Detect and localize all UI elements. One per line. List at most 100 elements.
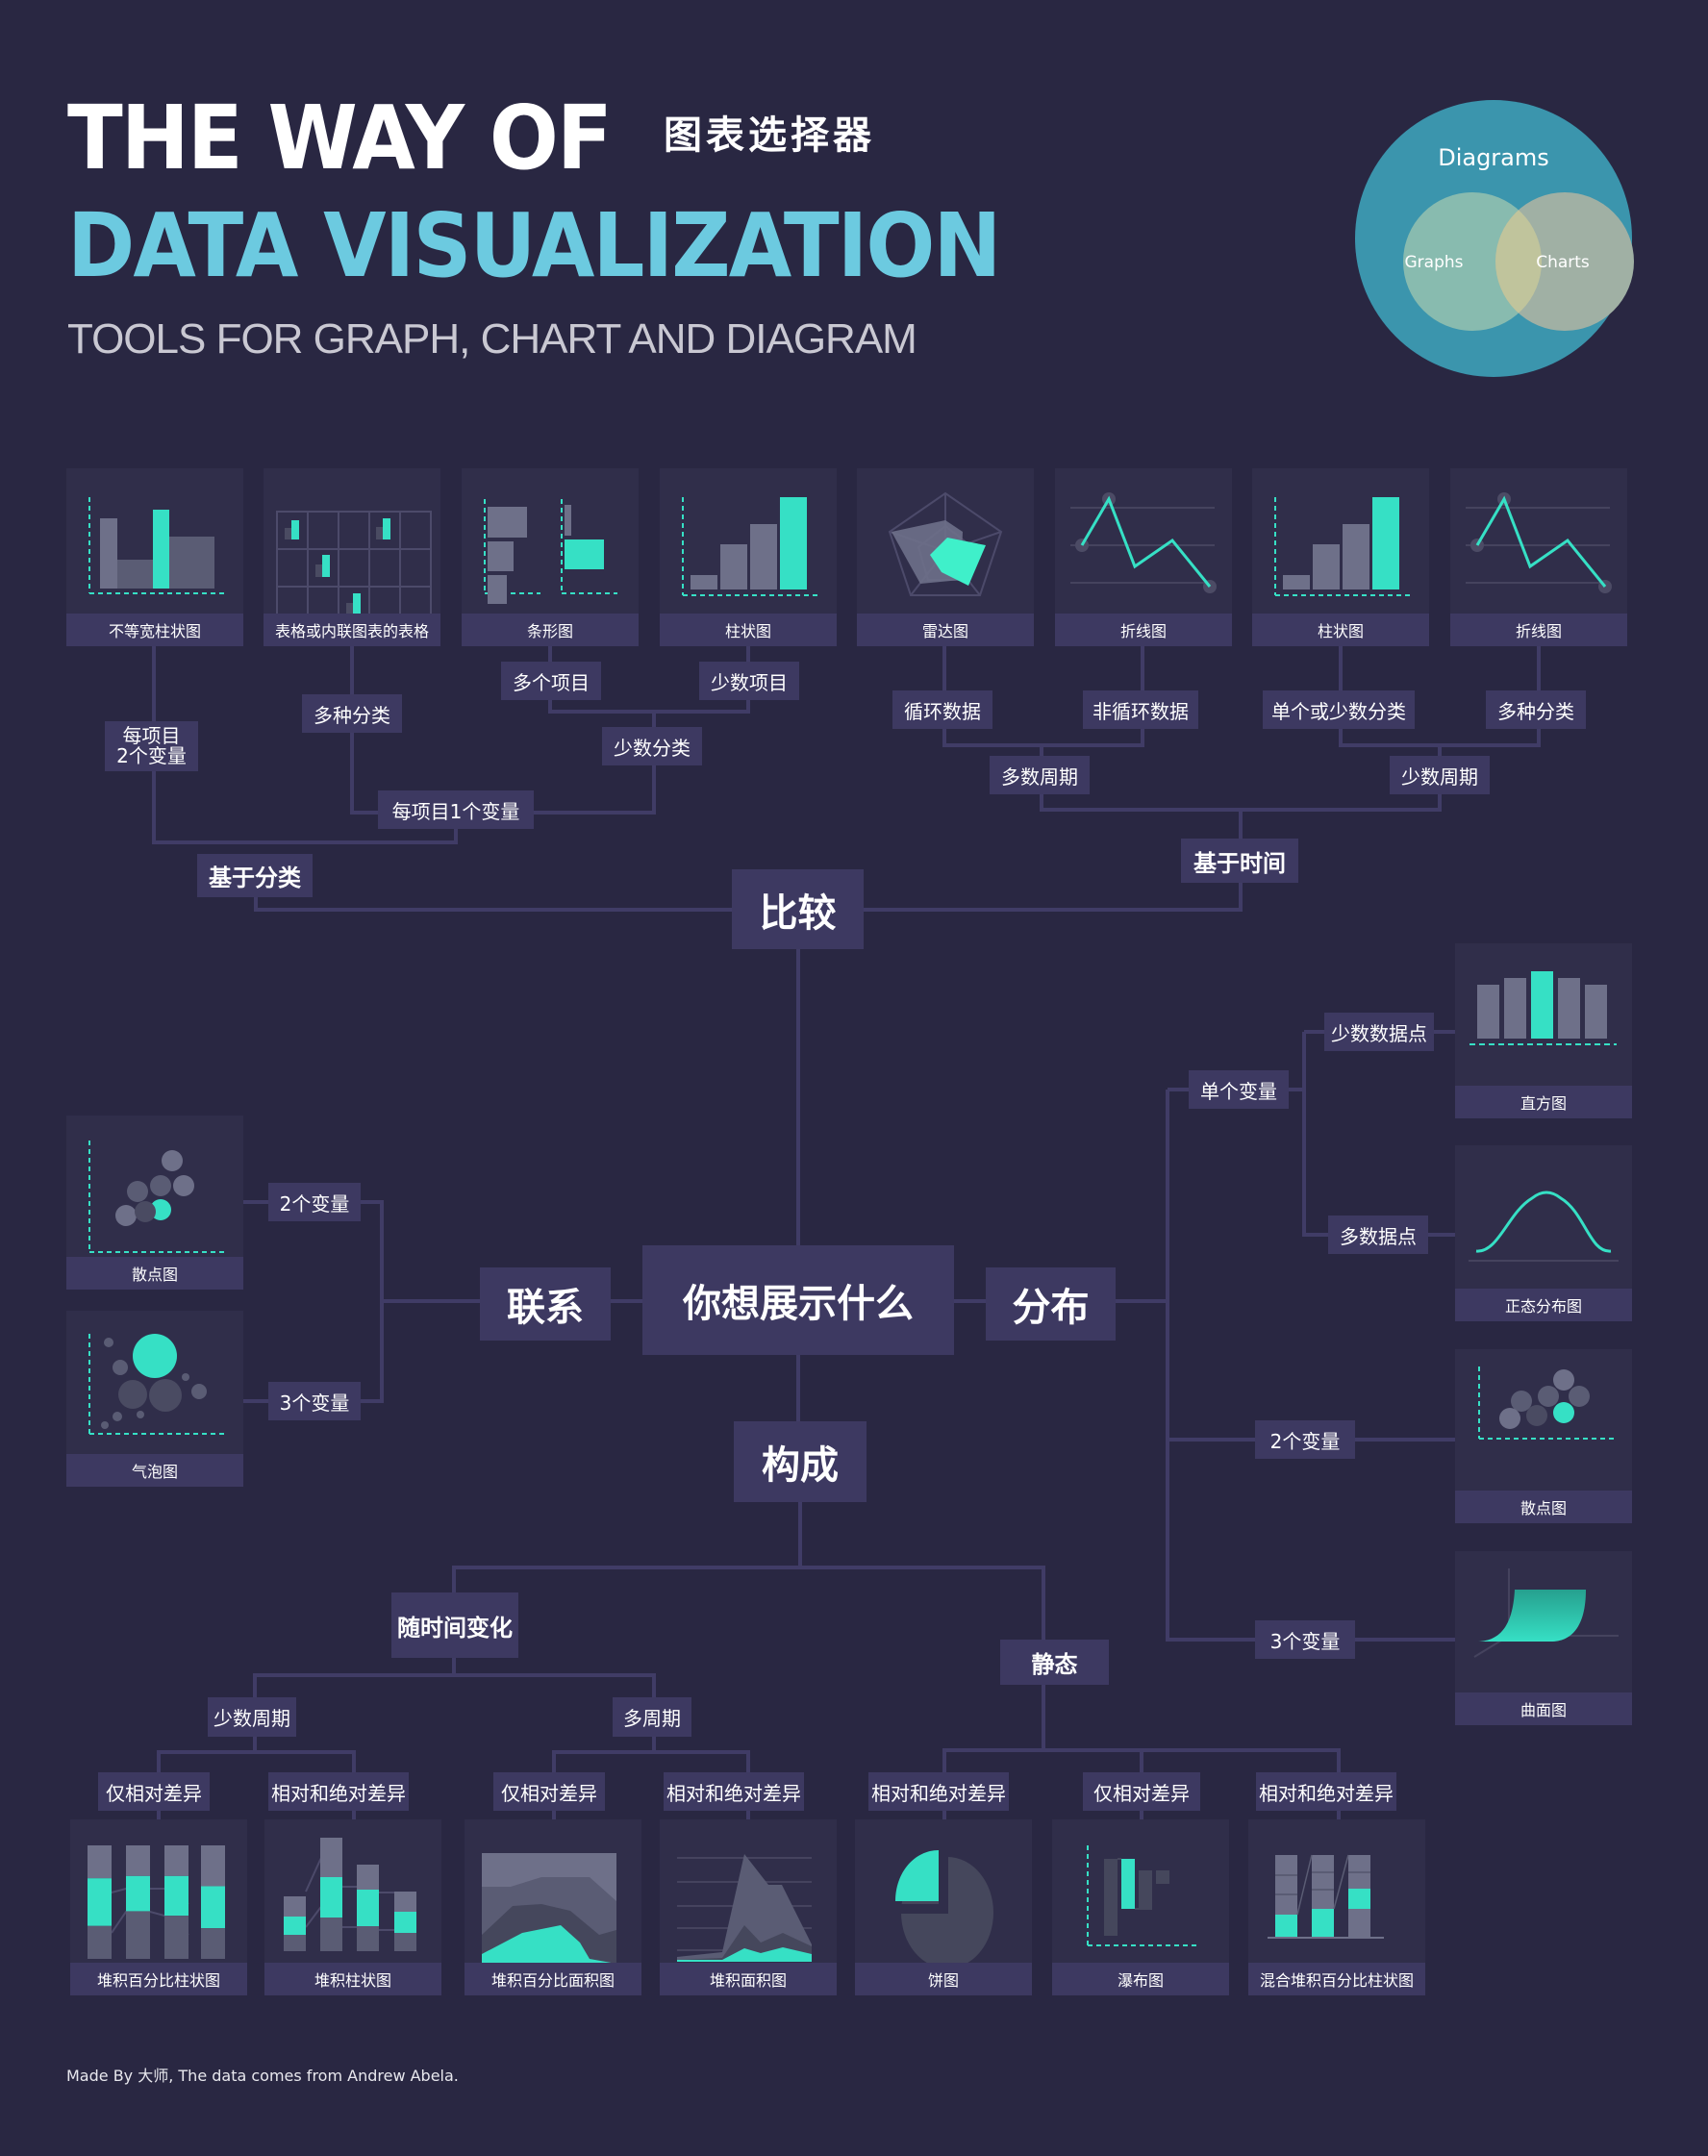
card-label: 散点图 bbox=[1455, 1491, 1632, 1523]
node-few-categories[interactable]: 少数分类 bbox=[602, 727, 702, 765]
card-normal-distribution[interactable]: 正态分布图 bbox=[1455, 1145, 1632, 1321]
card-label: 堆积柱状图 bbox=[264, 1963, 441, 1995]
node-one-var-per-item[interactable]: 每项目1个变量 bbox=[378, 790, 534, 829]
node-single-var[interactable]: 单个变量 bbox=[1189, 1070, 1289, 1109]
stacked-segment bbox=[357, 1865, 379, 1890]
node-relative-only-1[interactable]: 仅相对差异 bbox=[98, 1772, 210, 1811]
composition-node[interactable]: 构成 bbox=[734, 1421, 867, 1502]
node-rel-two-vars[interactable]: 2个变量 bbox=[268, 1183, 361, 1221]
stacked-segment bbox=[164, 1875, 188, 1917]
card-label: 柱状图 bbox=[1252, 614, 1429, 646]
card-bubble[interactable]: 气泡图 bbox=[66, 1311, 243, 1487]
stacked-segment bbox=[394, 1892, 416, 1912]
stacked-segment bbox=[284, 1917, 306, 1935]
card-column-chart-2[interactable]: 柱状图 bbox=[1252, 468, 1429, 646]
card-label: 堆积百分比柱状图 bbox=[70, 1963, 247, 1995]
node-few-periods-comp[interactable]: 少数周期 bbox=[208, 1697, 296, 1737]
card-line-chart-1[interactable]: 折线图 bbox=[1055, 468, 1232, 646]
node-dist-three-vars[interactable]: 3个变量 bbox=[1255, 1620, 1355, 1659]
connector-lines bbox=[152, 646, 1541, 1819]
histogram-icon bbox=[1469, 971, 1617, 1045]
bubble-chart-icon bbox=[88, 1334, 224, 1435]
stacked-column-icon bbox=[284, 1838, 416, 1951]
card-surface[interactable]: 曲面图 bbox=[1455, 1551, 1632, 1725]
node-rel-abs-1[interactable]: 相对和绝对差异 bbox=[268, 1772, 409, 1811]
node-over-time[interactable]: 随时间变化 bbox=[391, 1592, 518, 1658]
stacked-segment bbox=[284, 1935, 306, 1951]
stacked-segment bbox=[394, 1933, 416, 1951]
node-non-cyclical[interactable]: 非循环数据 bbox=[1083, 690, 1198, 729]
stacked-segment bbox=[126, 1845, 150, 1876]
node-static[interactable]: 静态 bbox=[1000, 1640, 1109, 1685]
card-label: 气泡图 bbox=[66, 1454, 243, 1487]
root-node[interactable]: 你想展示什么 bbox=[642, 1245, 954, 1355]
scatter-chart-icon bbox=[1478, 1366, 1615, 1440]
stacked-segment bbox=[320, 1838, 342, 1877]
column-chart-icon bbox=[1274, 497, 1410, 596]
card-label: 折线图 bbox=[1450, 614, 1627, 646]
connector bbox=[254, 856, 732, 912]
distribution-node[interactable]: 分布 bbox=[986, 1267, 1116, 1341]
node-few-items[interactable]: 少数项目 bbox=[699, 662, 799, 700]
node-few-periods[interactable]: 少数周期 bbox=[1390, 756, 1490, 794]
line-chart-icon bbox=[1070, 492, 1217, 593]
card-label: 柱状图 bbox=[660, 614, 837, 646]
node-rel-abs-4[interactable]: 相对和绝对差异 bbox=[1256, 1772, 1396, 1811]
node-few-points[interactable]: 少数数据点 bbox=[1324, 1013, 1434, 1051]
node-rel-abs-2[interactable]: 相对和绝对差异 bbox=[664, 1772, 804, 1811]
node-many-points[interactable]: 多数据点 bbox=[1328, 1216, 1428, 1254]
connector bbox=[243, 1200, 384, 1403]
bar-chart-icon bbox=[484, 499, 617, 604]
card-radar-chart[interactable]: 雷达图 bbox=[857, 468, 1034, 646]
waterfall-chart-icon bbox=[1087, 1845, 1199, 1946]
card-stacked-column[interactable]: 堆积柱状图 bbox=[264, 1819, 441, 1995]
node-relative-only-2[interactable]: 仅相对差异 bbox=[493, 1772, 605, 1811]
node-rel-abs-3[interactable]: 相对和绝对差异 bbox=[868, 1772, 1009, 1811]
node-many-periods-comp[interactable]: 多周期 bbox=[613, 1697, 691, 1737]
node-relative-only-3[interactable]: 仅相对差异 bbox=[1083, 1772, 1200, 1811]
node-by-category[interactable]: 基于分类 bbox=[197, 854, 313, 897]
node-rel-three-vars[interactable]: 3个变量 bbox=[268, 1382, 361, 1420]
card-column-chart-1[interactable]: 柱状图 bbox=[660, 468, 837, 646]
card-label: 折线图 bbox=[1055, 614, 1232, 646]
card-line-chart-2[interactable]: 折线图 bbox=[1450, 468, 1627, 646]
stacked-segment bbox=[88, 1845, 112, 1879]
card-table-with-charts[interactable]: 表格或内联图表的表格 bbox=[264, 468, 440, 646]
card-stacked-100-column[interactable]: 堆积百分比柱状图 bbox=[70, 1819, 247, 1995]
node-cyclical[interactable]: 循环数据 bbox=[892, 690, 992, 729]
card-stacked-100-area[interactable]: 堆积百分比面积图 bbox=[465, 1819, 641, 1995]
card-label: 混合堆积百分比柱状图 bbox=[1248, 1963, 1425, 1995]
card-variable-width-column[interactable]: 不等宽柱状图 bbox=[66, 468, 243, 646]
card-mixed-stacked-100-column[interactable]: 混合堆积百分比柱状图 bbox=[1248, 1819, 1425, 1995]
card-pie[interactable]: 饼图 bbox=[855, 1819, 1032, 1995]
card-label: 条形图 bbox=[462, 614, 639, 646]
node-many-categories-time[interactable]: 多种分类 bbox=[1486, 690, 1586, 729]
node-dist-two-vars[interactable]: 2个变量 bbox=[1255, 1420, 1355, 1459]
card-label: 雷达图 bbox=[857, 614, 1034, 646]
connector bbox=[552, 1750, 750, 1772]
stacked-segment bbox=[284, 1896, 306, 1917]
card-scatter-rel[interactable]: 散点图 bbox=[66, 1116, 243, 1290]
stacked-segment bbox=[394, 1912, 416, 1933]
normal-curve-icon bbox=[1469, 1191, 1619, 1262]
stacked-segment bbox=[201, 1845, 225, 1887]
card-histogram[interactable]: 直方图 bbox=[1455, 943, 1632, 1118]
node-many-items[interactable]: 多个项目 bbox=[501, 662, 601, 700]
node-single-or-few-categories[interactable]: 单个或少数分类 bbox=[1263, 690, 1415, 729]
node-many-categories[interactable]: 多种分类 bbox=[302, 694, 402, 733]
comparison-node[interactable]: 比较 bbox=[732, 869, 864, 949]
stacked-area-icon bbox=[677, 1854, 812, 1962]
relationship-node[interactable]: 联系 bbox=[480, 1267, 611, 1341]
stacked-segment bbox=[126, 1911, 150, 1959]
card-bar-chart[interactable]: 条形图 bbox=[462, 468, 639, 646]
stacked-segment bbox=[126, 1875, 150, 1912]
node-two-vars-per-item[interactable]: 每项目 2个变量 bbox=[105, 721, 198, 771]
stacked-segment bbox=[201, 1928, 225, 1959]
line-chart-icon bbox=[1466, 492, 1612, 593]
card-waterfall[interactable]: 瀑布图 bbox=[1052, 1819, 1229, 1995]
card-stacked-area[interactable]: 堆积面积图 bbox=[660, 1819, 837, 1995]
stacked-segment bbox=[164, 1916, 188, 1959]
node-many-periods[interactable]: 多数周期 bbox=[990, 756, 1090, 794]
card-scatter-dist[interactable]: 散点图 bbox=[1455, 1349, 1632, 1523]
node-by-time[interactable]: 基于时间 bbox=[1181, 839, 1298, 883]
